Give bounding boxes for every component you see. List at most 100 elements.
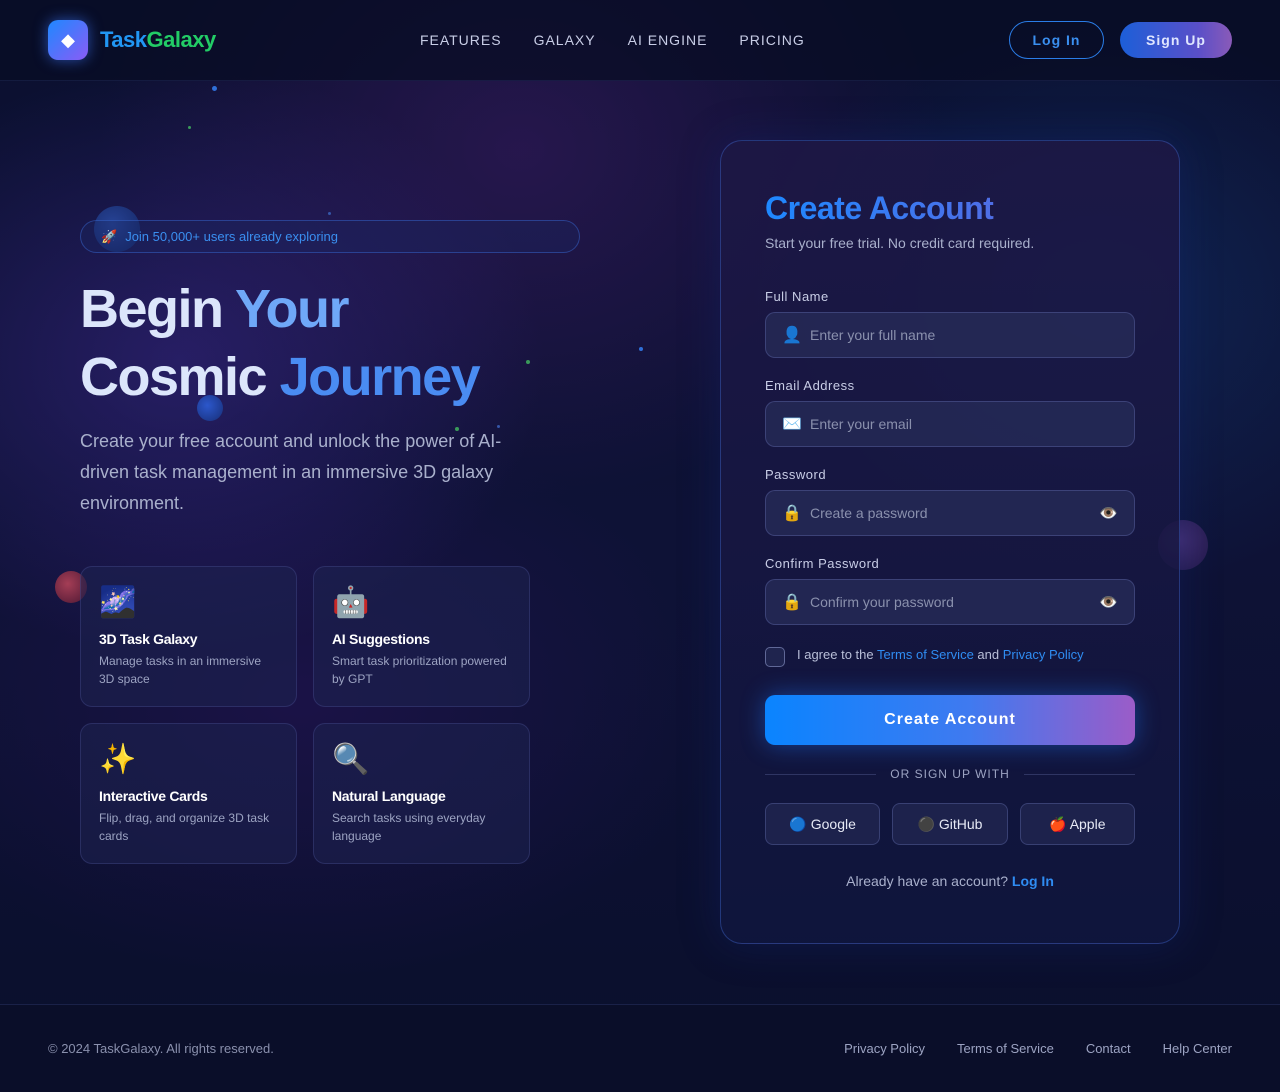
privacy-link[interactable]: Privacy Policy bbox=[1003, 647, 1084, 662]
sparkles-icon: ✨ bbox=[99, 743, 137, 776]
header-login-button[interactable]: Log In bbox=[1009, 21, 1104, 59]
apple-signup-button[interactable]: 🍎 Apple bbox=[1019, 803, 1135, 845]
login-link[interactable]: Log In bbox=[1012, 873, 1054, 889]
agree-mid: and bbox=[973, 647, 1003, 662]
feature-title: Natural Language bbox=[332, 788, 446, 804]
divider-line bbox=[765, 773, 877, 775]
google-signup-button[interactable]: 🔵 Google bbox=[765, 803, 881, 845]
hero-subtitle: Create your free account and unlock the … bbox=[80, 431, 502, 513]
login-prompt: Already have an account? Log In bbox=[765, 873, 1135, 889]
hero-title-line2-b: Journey bbox=[279, 347, 481, 407]
footer-links: Privacy Policy Terms of Service Contact … bbox=[844, 1041, 1232, 1056]
brand-name: TaskGalaxy bbox=[100, 27, 216, 53]
nav-ai-engine[interactable]: AI ENGINE bbox=[628, 32, 708, 48]
nav-galaxy[interactable]: GALAXY bbox=[534, 32, 596, 48]
feature-title: Interactive Cards bbox=[99, 788, 208, 804]
footer-privacy-link[interactable]: Privacy Policy bbox=[844, 1041, 925, 1056]
hero-title-line2-a: Cosmic bbox=[80, 347, 280, 407]
star-decoration bbox=[526, 360, 530, 364]
header-actions: Log In Sign Up bbox=[1009, 21, 1232, 59]
password-input[interactable] bbox=[810, 505, 1090, 521]
agree-prefix: I agree to the bbox=[797, 647, 877, 662]
lock-icon: 🔒 bbox=[782, 594, 802, 611]
star-decoration bbox=[328, 212, 331, 215]
divider-line bbox=[1023, 773, 1136, 775]
feature-card-interactive-cards[interactable]: ✨ Interactive Cards Flip, drag, and orga… bbox=[80, 723, 297, 864]
signup-panel: Create Account Start your free trial. No… bbox=[720, 140, 1180, 944]
feature-card-natural-language[interactable]: 🔍 Natural Language Search tasks using ev… bbox=[313, 723, 530, 864]
brand[interactable]: ◆ TaskGalaxy bbox=[48, 20, 216, 60]
badge-text: Join 50,000+ users already exploring bbox=[125, 229, 339, 244]
brand-name-part1: Task bbox=[100, 27, 147, 52]
terms-text: I agree to the Terms of Service and Priv… bbox=[797, 647, 1084, 663]
feature-desc: Smart task prioritization powered by GPT bbox=[332, 654, 507, 686]
full-name-label: Full Name bbox=[765, 289, 829, 304]
star-decoration bbox=[212, 86, 217, 91]
email-input[interactable] bbox=[810, 416, 1118, 432]
confirm-password-field[interactable]: 🔒 👁️ bbox=[765, 579, 1135, 625]
google-label: Google bbox=[810, 815, 856, 832]
social-divider: OR SIGN UP WITH bbox=[765, 767, 1136, 781]
user-icon: 👤 bbox=[782, 327, 802, 344]
password-label: Password bbox=[765, 467, 827, 482]
apple-label: Apple bbox=[1069, 815, 1106, 832]
confirm-password-input[interactable] bbox=[810, 594, 1090, 610]
github-signup-button[interactable]: ⚫ GitHub bbox=[892, 803, 1008, 845]
terms-agreement: I agree to the Terms of Service and Priv… bbox=[765, 647, 1135, 667]
terms-link[interactable]: Terms of Service bbox=[877, 647, 974, 662]
magnifier-icon: 🔍 bbox=[332, 743, 370, 776]
nav-pricing[interactable]: PRICING bbox=[739, 32, 804, 48]
github-icon: ⚫ bbox=[917, 815, 935, 832]
feature-title: 3D Task Galaxy bbox=[99, 631, 198, 647]
eye-icon[interactable]: 👁️ bbox=[1099, 593, 1118, 611]
rocket-icon: 🚀 bbox=[101, 228, 118, 244]
email-field[interactable]: ✉️ bbox=[765, 401, 1135, 447]
feature-cards: 🌌 3D Task Galaxy Manage tasks in an imme… bbox=[80, 566, 530, 864]
full-name-field[interactable]: 👤 bbox=[765, 312, 1135, 358]
feature-desc: Flip, drag, and organize 3D task cards bbox=[99, 811, 270, 843]
envelope-icon: ✉️ bbox=[782, 416, 802, 433]
apple-icon: 🍎 bbox=[1049, 815, 1067, 832]
confirm-password-label: Confirm Password bbox=[765, 556, 880, 571]
email-label: Email Address bbox=[765, 378, 855, 393]
form-title: Create Account bbox=[765, 189, 1135, 227]
hero-title-line1-a: Begin bbox=[80, 279, 236, 339]
feature-title: AI Suggestions bbox=[332, 631, 430, 647]
eye-icon[interactable]: 👁️ bbox=[1099, 504, 1118, 522]
email-group: Email Address ✉️ bbox=[765, 378, 1135, 447]
password-field[interactable]: 🔒 👁️ bbox=[765, 490, 1135, 536]
feature-card-ai-suggestions[interactable]: 🤖 AI Suggestions Smart task prioritizati… bbox=[313, 566, 530, 707]
feature-desc: Search tasks using everyday language bbox=[332, 811, 486, 843]
header-signup-button[interactable]: Sign Up bbox=[1120, 22, 1232, 58]
github-label: GitHub bbox=[938, 815, 983, 832]
star-decoration bbox=[639, 347, 643, 351]
robot-icon: 🤖 bbox=[332, 586, 370, 619]
feature-desc: Manage tasks in an immersive 3D space bbox=[99, 654, 262, 686]
hero-title: Begin Your Cosmic Journey bbox=[80, 275, 481, 411]
form-subtitle: Start your free trial. No credit card re… bbox=[765, 235, 1035, 251]
feature-card-3d-galaxy[interactable]: 🌌 3D Task Galaxy Manage tasks in an imme… bbox=[80, 566, 297, 707]
brand-name-part2: Galaxy bbox=[146, 27, 217, 52]
copyright: © 2024 TaskGalaxy. All rights reserved. bbox=[48, 1041, 274, 1056]
nav-features[interactable]: FEATURES bbox=[420, 32, 502, 48]
social-buttons: 🔵 Google ⚫ GitHub 🍎 Apple bbox=[765, 803, 1135, 845]
top-navbar: ◆ TaskGalaxy FEATURES GALAXY AI ENGINE P… bbox=[0, 0, 1280, 81]
google-icon: 🔵 bbox=[789, 815, 807, 832]
logo-icon: ◆ bbox=[48, 20, 88, 60]
galaxy-icon: 🌌 bbox=[99, 586, 137, 619]
terms-checkbox[interactable] bbox=[765, 647, 785, 667]
divider-text: OR SIGN UP WITH bbox=[890, 767, 1010, 781]
footer-contact-link[interactable]: Contact bbox=[1086, 1041, 1131, 1056]
footer: © 2024 TaskGalaxy. All rights reserved. … bbox=[0, 1004, 1280, 1092]
password-group: Password 🔒 👁️ bbox=[765, 467, 1135, 536]
full-name-group: Full Name 👤 bbox=[765, 289, 1135, 358]
footer-terms-link[interactable]: Terms of Service bbox=[957, 1041, 1054, 1056]
lock-icon: 🔒 bbox=[782, 505, 802, 522]
confirm-password-group: Confirm Password 🔒 👁️ bbox=[765, 556, 1135, 625]
star-decoration bbox=[188, 126, 191, 129]
full-name-input[interactable] bbox=[810, 327, 1118, 343]
footer-help-link[interactable]: Help Center bbox=[1163, 1041, 1232, 1056]
main-nav: FEATURES GALAXY AI ENGINE PRICING bbox=[420, 32, 805, 48]
login-prompt-text: Already have an account? bbox=[846, 873, 1012, 889]
create-account-button[interactable]: Create Account bbox=[765, 695, 1135, 745]
